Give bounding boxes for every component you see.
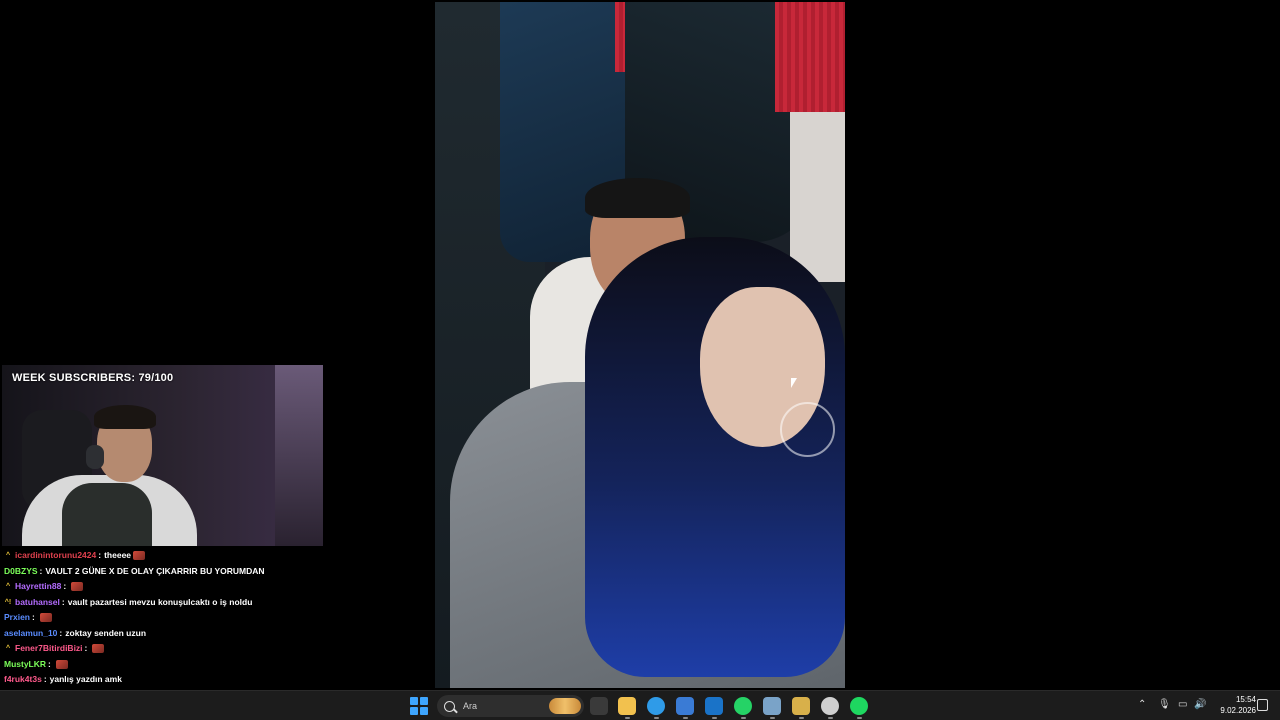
notification-icon[interactable] xyxy=(1257,699,1268,711)
chat-message: ^ Fener7BitirdiBizi: xyxy=(4,641,334,657)
chat-text: zoktay senden uzun xyxy=(65,627,147,638)
clock-time: 15:54 xyxy=(1235,695,1256,704)
chat-username[interactable]: batuhansel xyxy=(15,595,60,610)
running-indicator xyxy=(857,717,862,719)
chat-separator: : xyxy=(59,627,63,638)
photo-woman-hair xyxy=(585,237,845,677)
photo-viewer xyxy=(435,2,845,688)
app-icon[interactable] xyxy=(763,697,781,719)
chat-separator: : xyxy=(43,674,47,685)
chat-message: ^ Hayrettin88: xyxy=(4,579,334,595)
chat-emote-icon xyxy=(55,659,68,669)
running-indicator xyxy=(625,717,630,719)
taskbar: Ara ⌃ 🎙 ▭ 🔊 15:54 9.02.2026 xyxy=(0,690,1280,720)
running-indicator xyxy=(741,717,746,719)
obs-icon[interactable] xyxy=(821,697,839,719)
chat-badge-icon: ^ xyxy=(5,583,11,591)
chat-username[interactable]: icardinintorunu2424 xyxy=(15,548,96,563)
edge-icon[interactable] xyxy=(647,697,665,719)
running-indicator xyxy=(770,717,775,719)
chat-message: aselamun_10: zoktay senden uzun xyxy=(4,626,334,642)
chat-emote-icon xyxy=(39,613,52,623)
chat-text: vault pazartesi mevzu konuşulcaktı o iş … xyxy=(67,596,253,607)
chat-separator: : xyxy=(32,612,35,623)
microphone-icon[interactable]: 🎙 xyxy=(1158,699,1171,710)
chat-text: VAULT 2 GÜNE X DE OLAY ÇIKARRIR BU YORUM… xyxy=(45,565,265,576)
chat-message: Prxien: xyxy=(4,610,334,626)
webcam-feed: WEEK SUBSCRIBERS: 79/100 xyxy=(2,365,323,546)
search-placeholder: Ara xyxy=(463,701,478,711)
chat-username[interactable]: Hayrettin88 xyxy=(15,579,61,594)
chat-username[interactable]: Fener7BitirdiBizi xyxy=(15,641,83,656)
file-explorer-icon[interactable] xyxy=(618,697,636,719)
chat-separator: : xyxy=(48,658,51,669)
chat-emote-icon xyxy=(71,582,84,592)
chevron-up-icon[interactable]: ⌃ xyxy=(1138,699,1146,710)
subscriber-goal: WEEK SUBSCRIBERS: 79/100 xyxy=(12,372,174,384)
running-indicator xyxy=(799,717,804,719)
chat-text: yanlış yazdın amk xyxy=(49,674,122,685)
webcam-person-vest xyxy=(62,483,152,546)
chat-username[interactable]: Prxien xyxy=(4,610,30,625)
task-view-icon[interactable] xyxy=(590,697,608,715)
running-indicator xyxy=(712,717,717,719)
clock-date: 9.02.2026 xyxy=(1220,706,1256,715)
chat-message: f4ruk4t3s: yanlış yazdın amk xyxy=(4,672,334,688)
chat-username[interactable]: MustyLKR xyxy=(4,657,46,672)
chat-badge-icon: ^ xyxy=(5,552,11,560)
outlook-icon[interactable] xyxy=(705,697,723,719)
shield-app-icon[interactable] xyxy=(792,697,810,719)
chat-separator: : xyxy=(61,596,65,607)
mouse-cursor-icon xyxy=(791,378,797,388)
chat-username[interactable]: D0BZYS xyxy=(4,564,38,579)
whatsapp-icon[interactable] xyxy=(734,697,752,719)
photo-wall xyxy=(775,2,845,112)
running-indicator xyxy=(828,717,833,719)
search-input[interactable]: Ara xyxy=(437,695,584,717)
photo-wall xyxy=(790,112,845,282)
chat-separator: : xyxy=(63,581,67,592)
photo-man-hair xyxy=(585,178,690,218)
chat-text: theeee xyxy=(104,550,132,561)
running-indicator xyxy=(683,717,688,719)
chat-separator: : xyxy=(39,565,43,576)
headset-icon xyxy=(86,445,104,469)
volume-icon[interactable]: 🔊 xyxy=(1194,699,1206,710)
store-icon[interactable] xyxy=(676,697,694,719)
network-icon[interactable]: ▭ xyxy=(1178,699,1187,710)
webcam-curtain xyxy=(275,365,323,546)
chat-badge-icon: ^ xyxy=(5,645,11,653)
spotify-icon[interactable] xyxy=(850,697,868,719)
chat-emote-icon xyxy=(92,644,105,654)
running-indicator xyxy=(654,717,659,719)
chat-separator: : xyxy=(98,550,102,561)
webcam-person-hair xyxy=(94,405,156,429)
chat-username[interactable]: f4ruk4t3s xyxy=(4,672,42,687)
chat-message: D0BZYS: VAULT 2 GÜNE X DE OLAY ÇIKARRIR B… xyxy=(4,564,334,580)
search-highlight-icon xyxy=(549,698,581,714)
photo-ring xyxy=(780,402,835,457)
chat-emote-icon xyxy=(133,551,146,561)
chat-username[interactable]: aselamun_10 xyxy=(4,626,57,641)
chat-message: ^! batuhansel: vault pazartesi mevzu konuş… xyxy=(4,595,334,611)
chat-message: MustyLKR: xyxy=(4,657,334,673)
chat-message: ^ icardinintorunu2424: theeee xyxy=(4,548,334,564)
chat-separator: : xyxy=(84,643,88,654)
search-icon xyxy=(444,700,455,712)
chat-badge-icon: ^! xyxy=(4,598,12,606)
start-button[interactable] xyxy=(410,697,428,715)
clock[interactable]: 15:54 9.02.2026 xyxy=(1212,694,1256,716)
